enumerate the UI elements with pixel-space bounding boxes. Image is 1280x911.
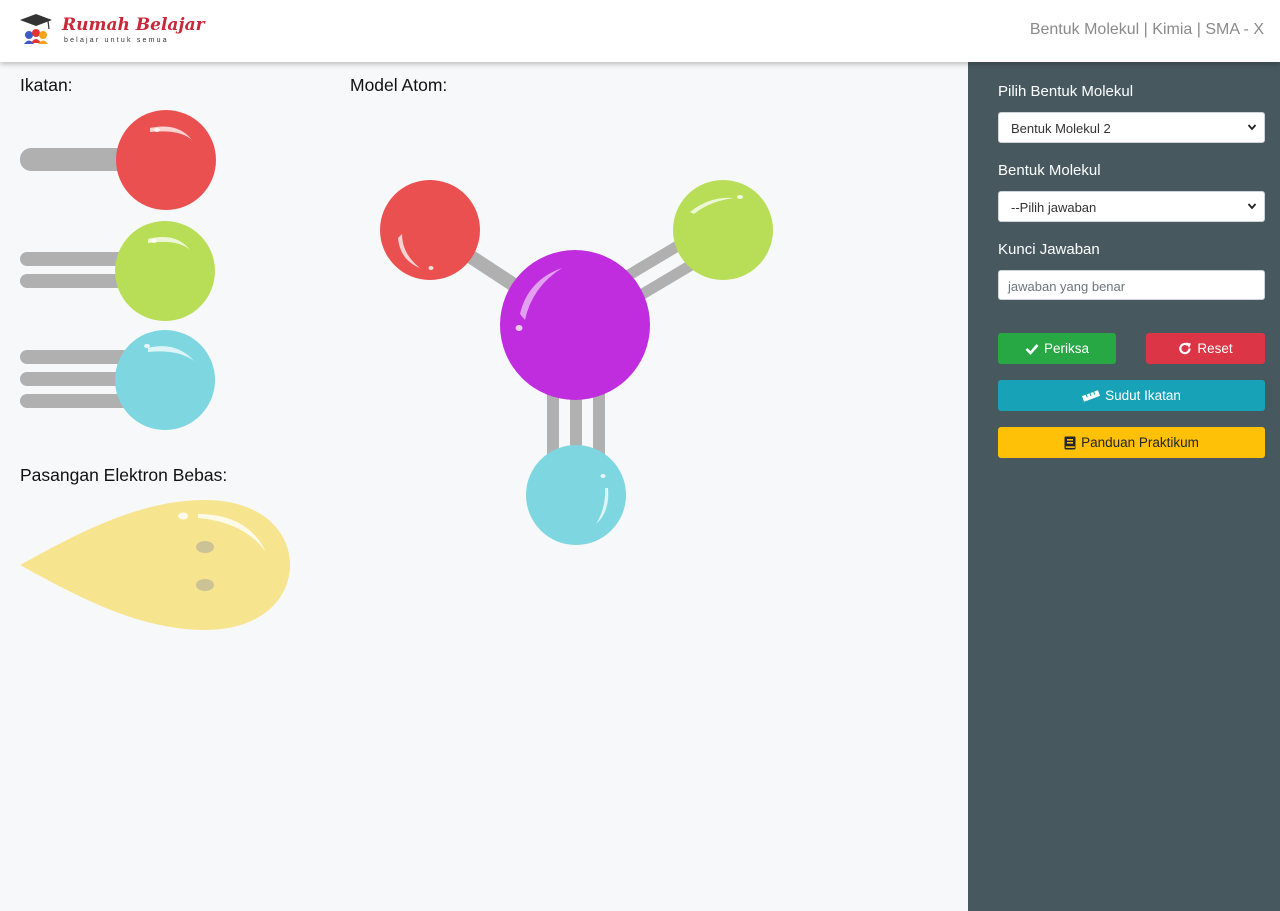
triple-bond-atom[interactable] [20,330,215,430]
ruler-icon [1082,389,1101,402]
lone-pair-shape[interactable] [20,500,290,630]
page-title: Bentuk Molekul | Kimia | SMA - X [1029,21,1264,38]
central-atom[interactable] [500,250,650,400]
molecule-select[interactable]: Bentuk Molekul 2 [998,112,1265,143]
guide-button-label: Panduan Praktikum [1081,435,1199,450]
brand-tagline: belajar untuk semua [64,37,169,44]
molecule-select-value: Bentuk Molekul 2 [1011,121,1111,136]
guide-button[interactable]: Panduan Praktikum [998,427,1265,458]
brand-name: Rumah Belajar [62,15,205,35]
book-icon [1064,436,1076,449]
reset-button[interactable]: Reset [1146,333,1265,364]
answer-key-input[interactable]: jawaban yang benar [998,270,1265,300]
reset-button-label: Reset [1197,341,1233,356]
brand-logo[interactable]: Rumah Belajar belajar untuk semua [18,12,205,48]
atom-green[interactable] [673,180,773,280]
check-icon [1025,343,1039,355]
graduation-cap-icon [20,14,52,44]
chevron-down-icon [1247,203,1257,210]
molecule-select-label: Pilih Bentuk Molekul [998,83,1134,100]
check-button[interactable]: Periksa [998,333,1116,364]
workspace-canvas [20,110,773,630]
shape-select-label: Bentuk Molekul [998,162,1101,179]
answer-key-placeholder: jawaban yang benar [1008,279,1126,294]
chevron-down-icon [1247,124,1257,131]
bond-angle-button-label: Sudut Ikatan [1105,388,1181,403]
single-bond-atom[interactable] [20,110,216,210]
shape-select[interactable]: --Pilih jawaban [998,191,1265,222]
redo-icon [1179,342,1192,354]
bond-angle-button[interactable]: Sudut Ikatan [998,380,1265,411]
atom-red[interactable] [380,180,480,280]
sidebar: Pilih Bentuk Molekul Bentuk Molekul 2 Be… [968,62,1280,911]
answer-key-label: Kunci Jawaban [998,241,1100,258]
shape-select-value: --Pilih jawaban [1011,200,1097,215]
molecule-workspace: Ikatan: Model Atom: Pasangan Elektron Be… [0,62,968,911]
molecule-model[interactable] [380,180,773,545]
navbar: Rumah Belajar belajar untuk semua Bentuk… [0,0,1280,62]
atom-cyan[interactable] [526,445,626,545]
check-button-label: Periksa [1043,341,1089,356]
double-bond-atom[interactable] [20,221,215,321]
